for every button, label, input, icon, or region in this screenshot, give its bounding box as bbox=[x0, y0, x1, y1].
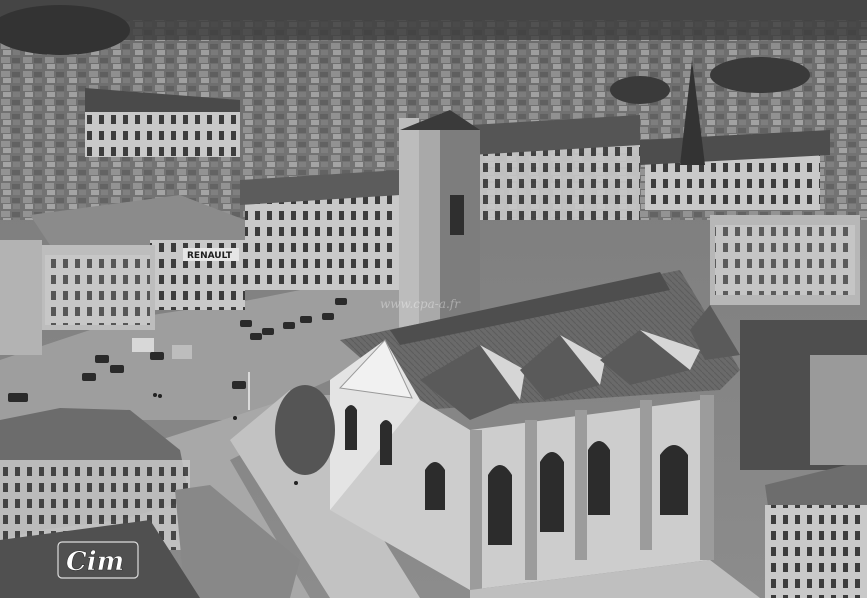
corner-building-windows bbox=[45, 255, 150, 325]
right-modern-windows bbox=[715, 225, 855, 295]
tree-clump bbox=[710, 57, 810, 93]
renault-sign-text: RENAULT bbox=[187, 251, 233, 261]
aerial-scene: RENAULT www.cpa-a.fr Cim bbox=[0, 0, 867, 598]
right-foreground-building bbox=[765, 505, 867, 598]
right-chimney-building bbox=[810, 355, 867, 465]
churchyard-garden bbox=[275, 385, 335, 475]
tower-window bbox=[450, 195, 464, 235]
left-edge-building bbox=[0, 240, 42, 355]
aerial-photograph: RENAULT www.cpa-a.fr Cim bbox=[0, 0, 867, 598]
watermark-text: www.cpa-a.fr bbox=[380, 297, 461, 311]
tree-clump bbox=[610, 76, 670, 104]
trees-horizon bbox=[0, 0, 867, 40]
svg-text:Cim: Cim bbox=[66, 547, 124, 577]
left-building-facade bbox=[85, 112, 240, 157]
van bbox=[172, 345, 192, 359]
van bbox=[132, 338, 154, 352]
